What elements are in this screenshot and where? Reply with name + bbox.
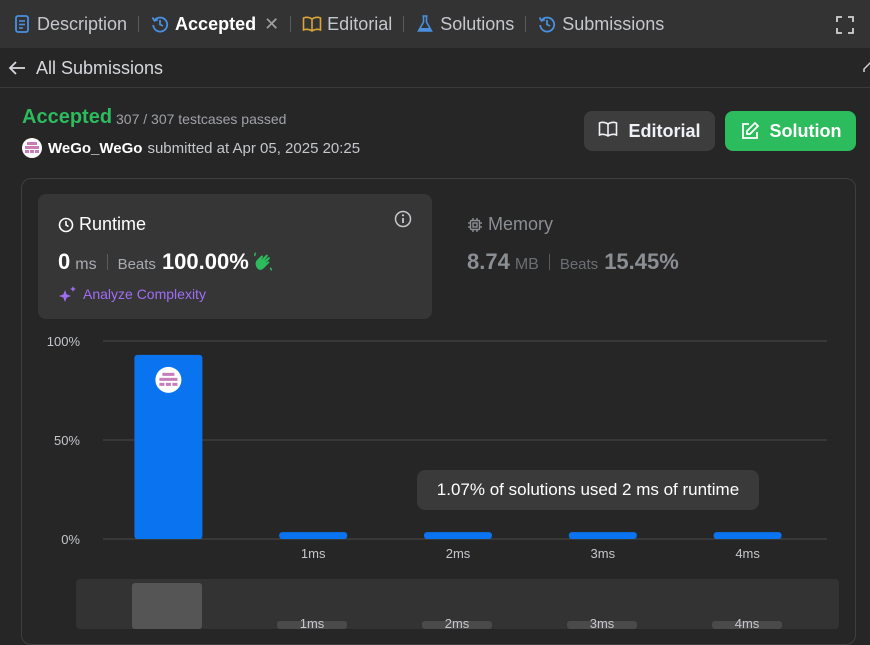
memory-title-label: Memory <box>488 214 554 234</box>
back-to-all-submissions[interactable]: All Submissions <box>8 56 163 80</box>
value-divider <box>548 254 550 270</box>
editorial-button[interactable]: Editorial <box>584 111 715 151</box>
history-icon <box>150 14 170 34</box>
info-icon[interactable] <box>394 210 412 228</box>
chart-bar[interactable] <box>568 532 637 539</box>
tab-accepted[interactable]: Accepted ✕ <box>150 0 279 48</box>
tab-divider <box>403 16 405 32</box>
memory-beats-value: 15.45% <box>604 249 679 274</box>
waving-hand-icon <box>252 251 274 273</box>
runtime-beats-value: 100.00% <box>161 249 249 274</box>
chart-bar[interactable] <box>713 532 782 539</box>
chart-bar[interactable] <box>424 532 492 539</box>
fullscreen-icon[interactable] <box>836 16 854 34</box>
chart-bar[interactable] <box>134 354 203 539</box>
solution-button[interactable]: Solution <box>725 111 856 151</box>
memory-tab[interactable]: Memory <box>467 214 553 235</box>
value-divider <box>106 254 108 270</box>
back-label: All Submissions <box>36 57 164 78</box>
memory-unit: MB <box>514 256 539 273</box>
chart-bar[interactable] <box>279 532 348 539</box>
edit-icon <box>740 121 760 141</box>
tab-divider <box>525 16 527 32</box>
runtime-panel[interactable]: Runtime 0 ms Beats 100.00% Analyze Compl… <box>38 194 432 319</box>
runtime-unit: ms <box>75 256 97 273</box>
pen-icon[interactable] <box>862 60 870 74</box>
username-link[interactable]: WeGo_WeGo <box>48 140 142 157</box>
submission-panel: All Submissions Accepted 307 / 307 testc… <box>0 48 870 645</box>
sparkle-icon <box>58 285 78 303</box>
range-selector-handle[interactable] <box>132 583 202 629</box>
history-icon <box>537 14 557 34</box>
chart-tooltip: 1.07% of solutions used 2 ms of runtime <box>417 470 759 510</box>
tab-divider <box>138 16 140 32</box>
editorial-button-label: Editorial <box>628 120 701 141</box>
tab-editorial[interactable]: Editorial <box>302 0 392 48</box>
runtime-title-label: Runtime <box>79 214 147 234</box>
analyze-complexity-label: Analyze Complexity <box>83 286 206 302</box>
solution-button-label: Solution <box>769 120 842 141</box>
tab-editorial-label: Editorial <box>327 13 393 34</box>
memory-beats-label: Beats <box>559 256 599 273</box>
tab-description-label: Description <box>37 13 128 34</box>
header-divider <box>0 87 870 88</box>
clock-icon <box>58 217 74 233</box>
memory-values: 8.74 MB Beats 15.45% <box>467 249 679 275</box>
book-icon <box>302 14 322 34</box>
submitted-time: submitted at Apr 05, 2025 20:25 <box>147 139 361 157</box>
flask-icon <box>415 14 435 34</box>
memory-value: 8.74 <box>467 249 510 274</box>
arrow-left-icon <box>8 58 28 78</box>
description-icon <box>12 14 32 34</box>
problem-tab-bar: Description Accepted ✕ Editorial Solutio… <box>0 0 870 48</box>
chip-icon <box>467 217 483 233</box>
runtime-beats-label: Beats <box>117 256 156 273</box>
tab-submissions-label: Submissions <box>562 13 665 34</box>
avatar[interactable] <box>22 138 42 158</box>
submission-status: Accepted <box>22 106 113 128</box>
testcases-passed: 307 / 307 testcases passed <box>116 111 287 127</box>
analyze-complexity-link[interactable]: Analyze Complexity <box>58 285 206 303</box>
tab-description[interactable]: Description <box>12 0 127 48</box>
tab-solutions-label: Solutions <box>440 13 515 34</box>
tab-divider <box>290 16 292 32</box>
submitter-info: WeGo_WeGo submitted at Apr 05, 2025 20:2… <box>22 138 360 158</box>
close-icon[interactable]: ✕ <box>264 14 279 35</box>
runtime-value: 0 <box>58 249 71 274</box>
tab-solutions[interactable]: Solutions <box>415 0 514 48</box>
runtime-values: 0 ms Beats 100.00% <box>58 249 274 275</box>
tab-submissions[interactable]: Submissions <box>537 0 664 48</box>
tab-accepted-label: Accepted <box>175 13 257 34</box>
book-icon <box>598 121 618 141</box>
runtime-title: Runtime <box>58 214 146 235</box>
